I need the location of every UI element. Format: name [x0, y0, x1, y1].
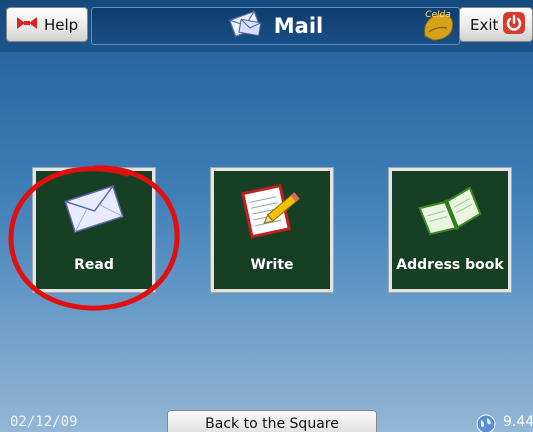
mail-icon	[228, 9, 264, 43]
date-display: 02/12/09	[10, 414, 78, 430]
read-label: Read	[74, 257, 114, 273]
write-tile[interactable]: Write	[210, 167, 334, 293]
exit-label: Exit	[470, 15, 499, 34]
read-tile[interactable]: Read	[32, 167, 156, 293]
brand-logo-text: Celda	[425, 10, 451, 20]
help-icon	[15, 13, 39, 37]
write-label: Write	[250, 257, 294, 273]
mail-screen: Help Mail Celda Exit Read Write Address …	[0, 0, 533, 432]
back-to-square-button[interactable]: Back to the Square	[167, 410, 377, 432]
envelope-icon	[59, 181, 129, 241]
help-button[interactable]: Help	[6, 7, 88, 42]
page-title: Mail	[273, 14, 324, 38]
address-book-icon	[415, 181, 485, 245]
brand-logo: Celda	[419, 6, 457, 44]
version-label: 9.44	[503, 414, 533, 430]
power-icon	[503, 11, 526, 38]
address-book-tile[interactable]: Address book	[388, 167, 512, 293]
title-bar: Mail	[91, 7, 460, 45]
help-label: Help	[44, 15, 79, 34]
top-bar: Help Mail Celda Exit	[0, 0, 533, 52]
address-book-label: Address book	[396, 257, 504, 273]
exit-button[interactable]: Exit	[459, 7, 533, 42]
globe-icon	[476, 414, 496, 432]
notepad-pencil-icon	[237, 181, 307, 245]
